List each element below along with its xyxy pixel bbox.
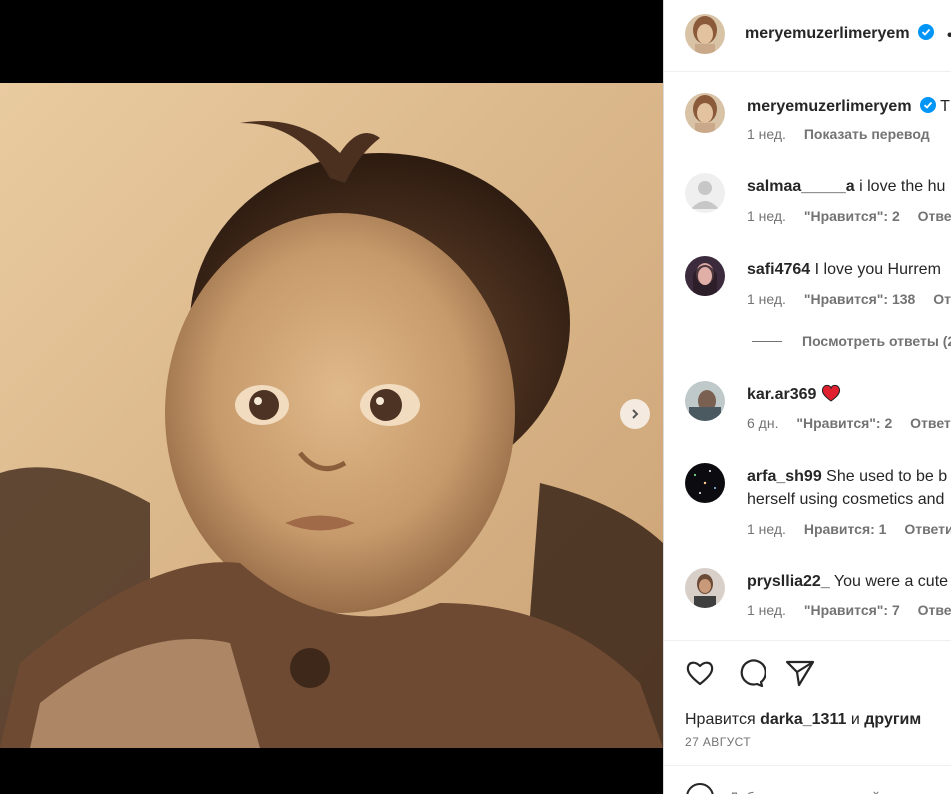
comment-time[interactable]: 1 нед.: [747, 521, 786, 537]
comment-likes[interactable]: "Нравится": 2: [804, 208, 900, 224]
post-side-panel: meryemuzerlimeryem • meryemuzerlimeryem …: [664, 0, 951, 794]
comment-text: I love you Hurrem: [814, 261, 941, 278]
comment-time[interactable]: 1 нед.: [747, 208, 786, 224]
replies-line: [752, 340, 782, 342]
more-horizontal-icon[interactable]: •: [947, 27, 951, 45]
commenter-avatar[interactable]: [685, 381, 725, 421]
comment-text: i love the hu: [859, 178, 946, 195]
default-avatar-icon[interactable]: [685, 173, 725, 213]
actions-divider: [664, 640, 951, 641]
next-photo-button[interactable]: [620, 399, 650, 429]
verified-badge-icon: [920, 97, 936, 120]
heart-icon[interactable]: [684, 657, 716, 689]
view-replies-label: Посмотреть ответы (2: [802, 333, 951, 349]
heart-emoji-icon: [821, 384, 841, 409]
media-pane: [0, 0, 663, 794]
comment-text: She used to be b: [826, 468, 948, 485]
comment-likes[interactable]: "Нравится": 2: [796, 415, 892, 431]
comment-time[interactable]: 1 нед.: [747, 602, 786, 618]
comment-username[interactable]: arfa_sh99: [747, 468, 822, 485]
post-photo: [0, 83, 663, 748]
commenter-avatar[interactable]: [685, 463, 725, 503]
comment-divider: [664, 765, 951, 766]
emoji-icon[interactable]: [685, 782, 715, 794]
send-icon[interactable]: [784, 657, 816, 689]
comment-username[interactable]: safi4764: [747, 261, 810, 278]
comment-likes[interactable]: "Нравится": 7: [804, 602, 900, 618]
author-username[interactable]: meryemuzerlimeryem: [745, 25, 910, 42]
comment-username[interactable]: salmaa_____a: [747, 178, 855, 195]
commenter-avatar[interactable]: [685, 256, 725, 296]
show-translation-button[interactable]: Показать перевод: [804, 126, 930, 142]
comment-username[interactable]: prysllia22_: [747, 573, 830, 590]
reply-button[interactable]: Ответ: [918, 602, 951, 618]
view-replies-button[interactable]: Посмотреть ответы (2: [752, 333, 951, 349]
comment-time[interactable]: 1 нед.: [747, 291, 786, 307]
commenter-avatar[interactable]: [685, 568, 725, 608]
comment-time[interactable]: 6 дн.: [747, 415, 778, 431]
post-date[interactable]: 27 АВГУСТ: [685, 735, 751, 749]
author-avatar[interactable]: [685, 14, 725, 54]
author-avatar[interactable]: [685, 93, 725, 133]
comment-text-continued: herself using cosmetics and: [747, 491, 945, 508]
post-header: meryemuzerlimeryem •: [664, 0, 951, 72]
comment-icon[interactable]: [734, 657, 767, 689]
verified-badge-icon: [918, 24, 934, 45]
reply-button[interactable]: Отв: [933, 291, 951, 307]
reply-button[interactable]: Ответи: [910, 415, 951, 431]
likes-prefix: Нравится: [685, 711, 756, 728]
caption-time[interactable]: 1 нед.: [747, 126, 786, 142]
comment-text: You were a cute: [833, 573, 949, 590]
caption-text: T: [940, 98, 950, 115]
likes-summary: Нравится darka_1311 и другим: [685, 711, 921, 729]
comment-likes[interactable]: Нравится: 1: [804, 521, 887, 537]
comment-likes[interactable]: "Нравится": 138: [804, 291, 915, 307]
caption-username[interactable]: meryemuzerlimeryem: [747, 98, 912, 115]
add-comment-row: [685, 782, 929, 794]
reply-button[interactable]: Ответит: [904, 521, 951, 537]
add-comment-input[interactable]: [729, 789, 929, 794]
comment-username[interactable]: kar.ar369: [747, 386, 816, 403]
chevron-right-icon: [632, 409, 639, 419]
likes-conj: и: [850, 711, 860, 728]
liker-username[interactable]: darka_1311: [760, 711, 846, 728]
reply-button[interactable]: Ответ: [918, 208, 951, 224]
likes-others-link[interactable]: другим: [864, 711, 921, 728]
